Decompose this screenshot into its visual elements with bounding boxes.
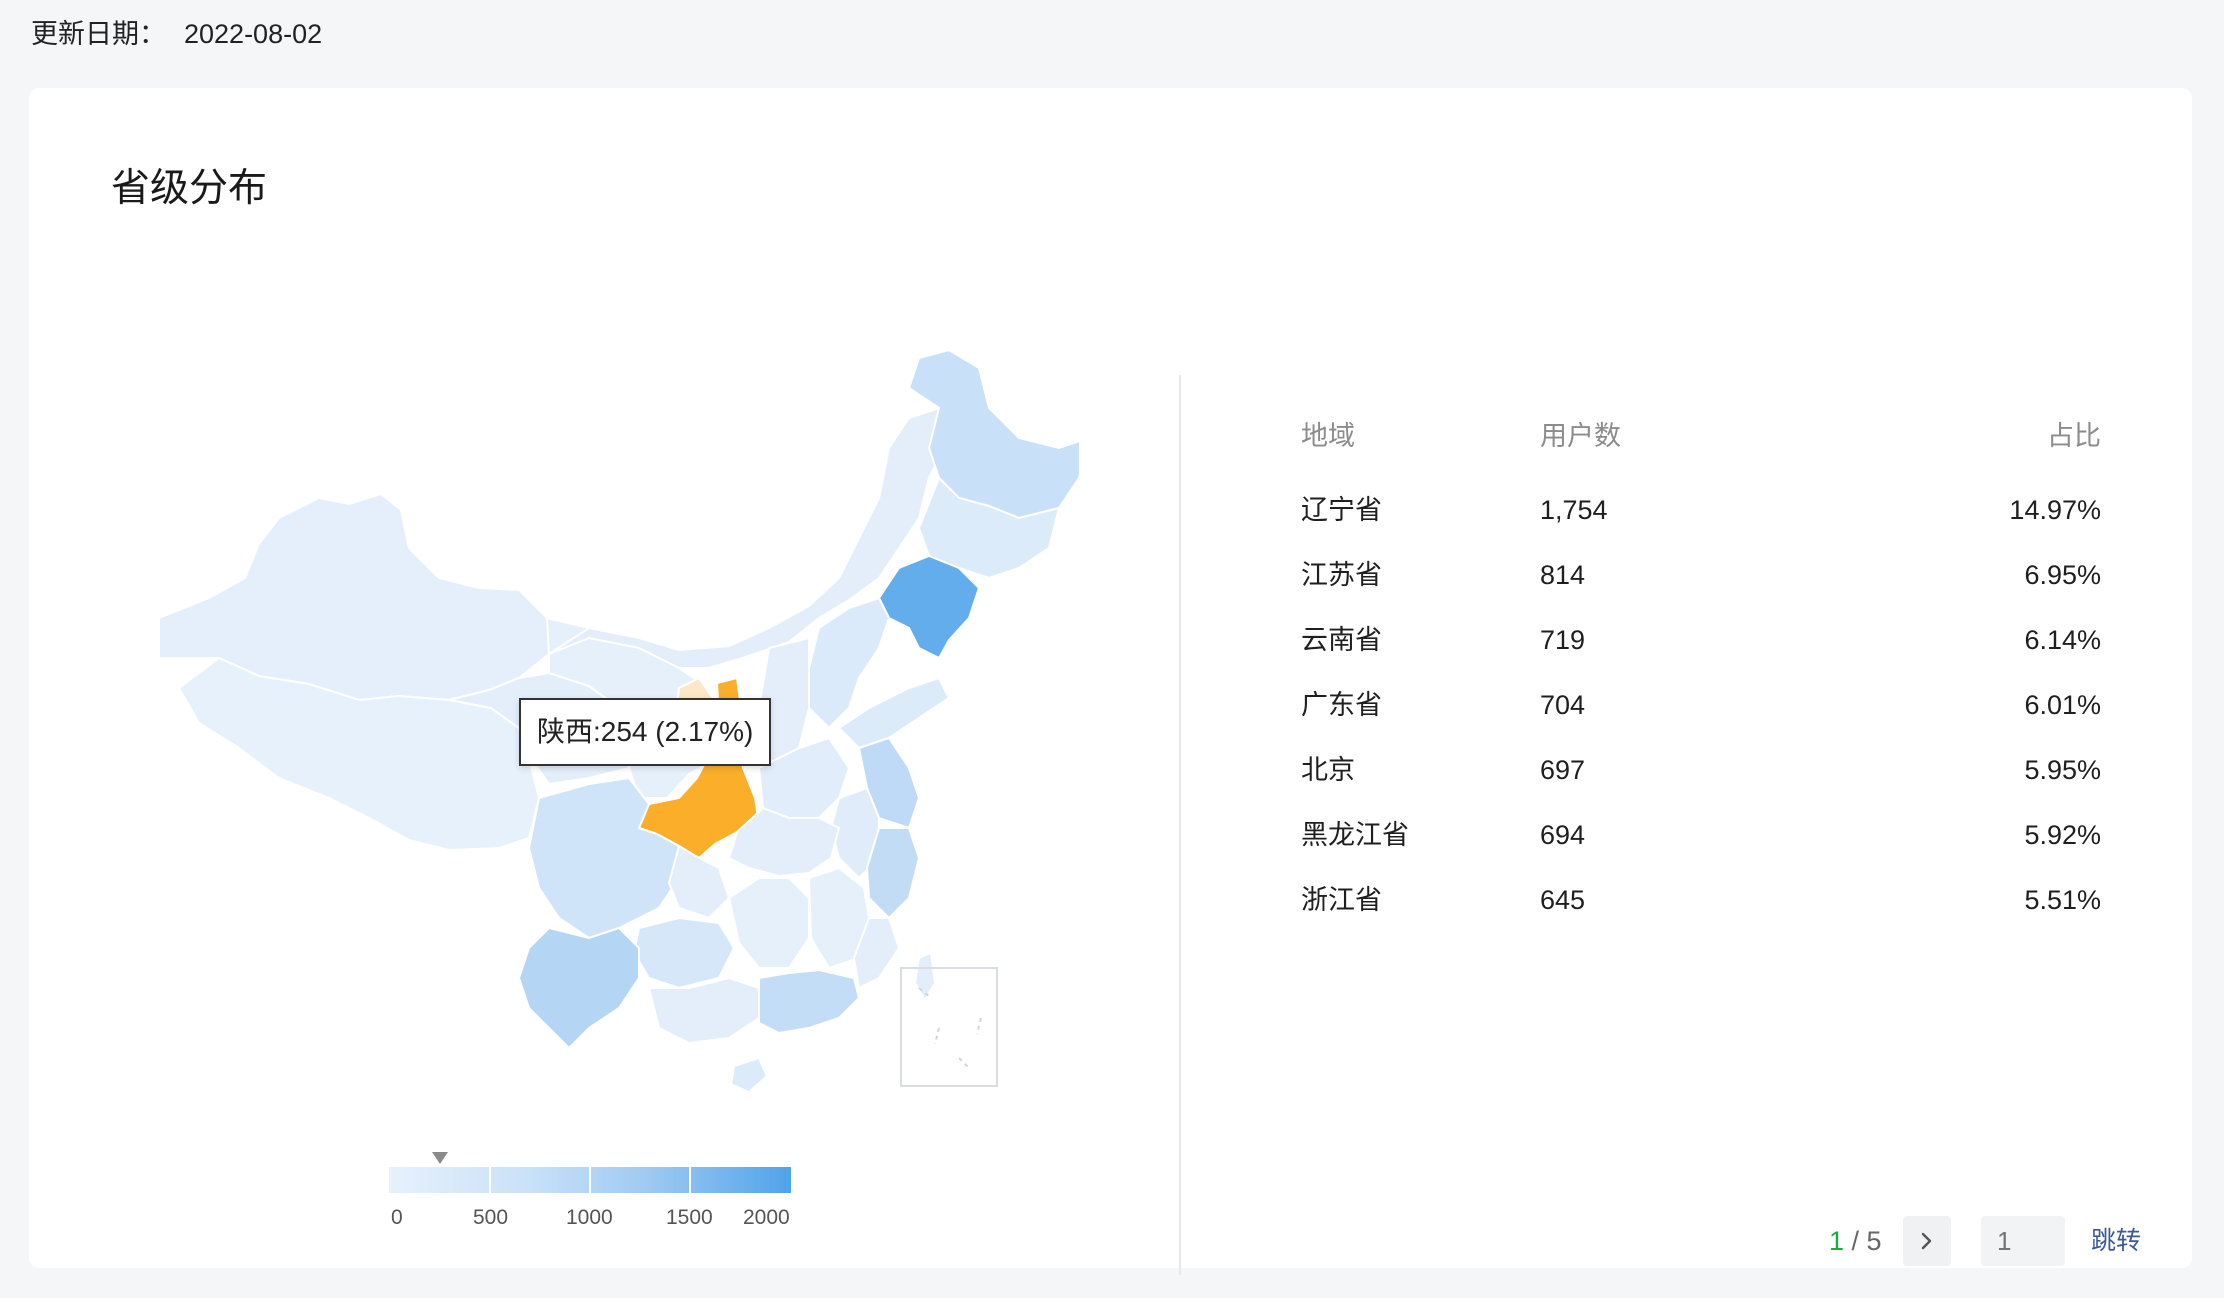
cell-share: 6.14% <box>2024 625 2101 655</box>
total-pages: 5 <box>1866 1226 1882 1256</box>
cell-region: 辽宁省 <box>1301 495 1382 525</box>
vertical-divider <box>1179 375 1181 1275</box>
header-users: 用户数 <box>1540 421 1621 451</box>
province-guangxi[interactable] <box>647 976 760 1045</box>
province-yunnan[interactable] <box>517 926 640 1050</box>
legend-separator <box>689 1167 691 1193</box>
cell-region: 广东省 <box>1301 690 1382 720</box>
province-liaoning[interactable] <box>877 554 981 660</box>
update-date-value: 2022-08-02 <box>184 19 323 49</box>
cell-users: 694 <box>1540 820 1586 850</box>
province-hainan[interactable] <box>729 1056 769 1094</box>
cell-share: 5.51% <box>2024 885 2101 915</box>
cell-users: 719 <box>1540 625 1586 655</box>
map-tooltip: 陕西:254 (2.17%) <box>519 698 772 766</box>
cell-region: 江苏省 <box>1301 560 1382 590</box>
table-row: 浙江省 645 5.51% <box>1301 868 2101 933</box>
page-separator: / <box>1844 1226 1867 1256</box>
province-zhejiang[interactable] <box>865 827 921 920</box>
table-row: 辽宁省 1,754 14.97% <box>1301 478 2101 543</box>
visual-map-legend[interactable]: 0 500 1000 1500 2000 <box>389 1148 791 1229</box>
province-taiwan[interactable] <box>913 951 937 1002</box>
south-china-sea-islands <box>918 987 982 1069</box>
cell-share: 5.95% <box>2024 755 2101 785</box>
header-region: 地域 <box>1301 421 1355 451</box>
legend-tick: 1000 <box>566 1206 613 1229</box>
cell-region: 浙江省 <box>1301 885 1382 915</box>
legend-tick: 1500 <box>666 1206 713 1229</box>
legend-separator <box>589 1167 591 1193</box>
cell-share: 6.95% <box>2024 560 2101 590</box>
legend-tick: 0 <box>391 1206 403 1229</box>
chevron-right-icon <box>1921 1232 1932 1250</box>
cell-region: 云南省 <box>1301 625 1382 655</box>
cell-users: 697 <box>1540 755 1586 785</box>
legend-separator <box>489 1167 491 1193</box>
card-title: 省级分布 <box>111 167 268 210</box>
table-row: 江苏省 814 6.95% <box>1301 543 2101 608</box>
province-inner-mongolia[interactable] <box>548 406 951 669</box>
cell-share: 5.92% <box>2024 820 2101 850</box>
table-row: 云南省 719 6.14% <box>1301 608 2101 673</box>
province-hunan[interactable] <box>727 877 810 969</box>
legend-tick: 500 <box>473 1206 509 1229</box>
cell-region: 北京 <box>1301 755 1355 785</box>
cell-users: 1,754 <box>1540 495 1608 525</box>
cell-users: 704 <box>1540 690 1586 720</box>
cell-users: 814 <box>1540 560 1586 590</box>
jump-button[interactable]: 跳转 <box>2091 1216 2141 1266</box>
next-page-button[interactable] <box>1903 1216 1951 1266</box>
cell-region: 黑龙江省 <box>1301 820 1409 850</box>
legend-pointer-icon[interactable] <box>432 1152 449 1164</box>
table-row: 广东省 704 6.01% <box>1301 673 2101 738</box>
update-date-label: 更新日期： <box>31 19 166 49</box>
cell-share: 6.01% <box>2024 690 2101 720</box>
table-row: 黑龙江省 694 5.92% <box>1301 803 2101 868</box>
pagination: 1 / 5 跳转 <box>1829 1216 2224 1266</box>
province-guangdong[interactable] <box>758 968 861 1035</box>
update-date: 更新日期： 2022-08-02 <box>31 14 322 54</box>
header-share: 占比 <box>2047 421 2101 451</box>
cell-users: 645 <box>1540 885 1586 915</box>
legend-tick: 2000 <box>743 1206 790 1229</box>
page-indicator: 1 / 5 <box>1829 1216 1882 1266</box>
province-guizhou[interactable] <box>632 916 736 990</box>
south-china-sea-inset <box>900 967 998 1087</box>
current-page: 1 <box>1829 1226 1845 1256</box>
table-row: 北京 697 5.95% <box>1301 738 2101 803</box>
jump-page-input[interactable] <box>1981 1216 2065 1266</box>
province-distribution-card: 省级分布 陕西:254 (2.17%) 0 500 1000 1500 2000… <box>29 88 2192 1275</box>
cell-share: 14.97% <box>2009 495 2101 525</box>
